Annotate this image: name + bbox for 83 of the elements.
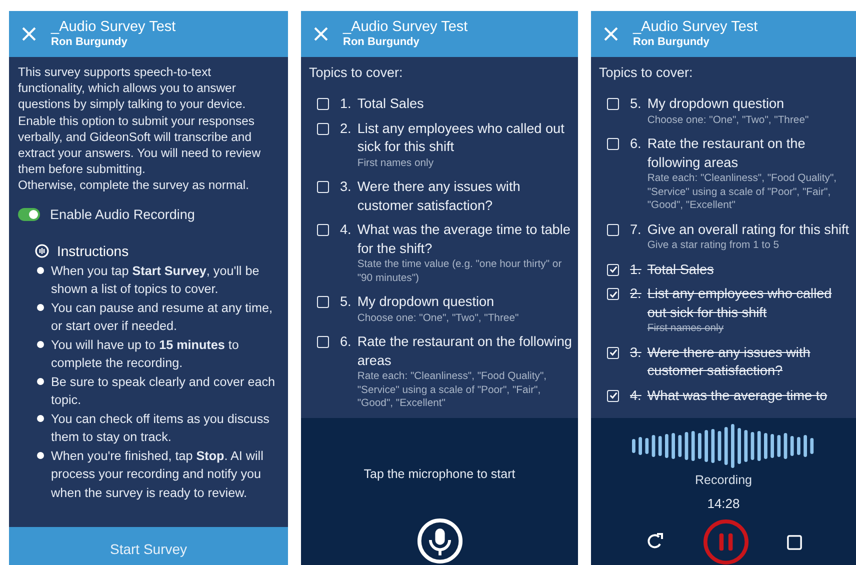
checkbox[interactable] — [317, 224, 329, 236]
topic-hint: Choose one: "One", "Two", "Three" — [357, 312, 519, 325]
checkbox[interactable] — [317, 98, 329, 110]
topic-hint: State the time value (e.g. "one hour thirty" or "90 minutes") — [357, 258, 563, 285]
close-icon[interactable] — [314, 27, 328, 41]
checkbox[interactable] — [607, 390, 619, 402]
topic-number: 6. — [340, 333, 352, 351]
topic-number: 2. — [340, 120, 352, 138]
start-prompt: Tap the microphone to start — [364, 467, 516, 481]
topic-number: 5. — [340, 293, 352, 311]
bullet-icon — [37, 340, 44, 348]
topic-text: List any employees who called out sick for this shift — [357, 120, 566, 156]
bullet-icon — [37, 266, 44, 274]
checkbox[interactable] — [317, 181, 329, 193]
bullet-icon — [37, 414, 44, 422]
topic-number: 5. — [630, 95, 642, 113]
survey-title: _Audio Survey Test — [51, 19, 176, 36]
topic-number: 4. — [340, 221, 352, 239]
instruction-text: You can pause and resume at any time, or start over if needed. — [51, 300, 274, 336]
intro-text: Otherwise, complete the survey as normal. — [18, 177, 250, 194]
topic-number: 3. — [340, 178, 352, 196]
topic-text: What was the average time to table for the shift? — [357, 221, 572, 258]
start-survey-button[interactable]: Start Survey — [9, 527, 288, 565]
topic-hint: Rate each: "Cleanliness", "Food Quality", "Service" using a scale of "Poor", "Fair", "Good", "Excellent" — [357, 370, 548, 410]
topic-hint: First names only — [357, 156, 435, 170]
toggle-label: Enable Audio Recording — [50, 206, 195, 222]
instruction-text: When you tap Start Survey, you'll be shown a list of topics to cover. — [51, 262, 260, 298]
close-icon[interactable] — [604, 27, 618, 41]
checkbox[interactable] — [607, 288, 619, 300]
instructions-heading: Instructions — [57, 242, 129, 259]
user-name: Ron Burgundy — [633, 36, 710, 49]
topic-number: 1. — [630, 260, 642, 278]
topic-text: Were there any issues with customer satisfaction? — [357, 178, 522, 214]
topic-number: 1. — [340, 95, 352, 113]
microphone-button[interactable] — [416, 518, 462, 564]
topic-text: Rate the restaurant on the following areas — [647, 135, 806, 172]
topic-number: 7. — [630, 220, 642, 238]
bullet-icon — [37, 452, 44, 459]
bullet-icon — [37, 304, 44, 311]
user-name: Ron Burgundy — [51, 36, 128, 49]
topic-text: My dropdown question — [357, 293, 496, 311]
checkbox[interactable] — [607, 98, 619, 110]
user-name: Ron Burgundy — [343, 36, 420, 49]
topic-hint: Give a star rating from 1 to 5 — [647, 239, 780, 252]
pause-button[interactable] — [703, 519, 749, 565]
topic-text: Total Sales — [357, 95, 424, 113]
checkbox[interactable] — [607, 346, 619, 358]
close-icon[interactable] — [22, 27, 36, 41]
checkbox[interactable] — [607, 224, 619, 236]
checkbox[interactable] — [607, 264, 619, 276]
bullet-icon — [37, 378, 44, 385]
topic-hint: First names only — [647, 322, 725, 336]
topics-heading: Topics to cover: — [599, 65, 694, 80]
topic-number: 4. — [630, 386, 642, 404]
checkbox[interactable] — [317, 296, 329, 308]
checkbox[interactable] — [607, 138, 619, 150]
checkbox[interactable] — [317, 122, 329, 134]
topic-text: Rate the restaurant on the following areas — [357, 333, 572, 370]
topic-text: Give an overall rating for this shift — [647, 220, 850, 239]
instruction-text: You can check off items as you discuss them to stay on track. — [51, 410, 270, 446]
stop-button[interactable] — [787, 534, 802, 550]
topics-heading: Topics to cover: — [309, 65, 404, 80]
waveform-circle-icon — [35, 244, 49, 258]
topic-number: 3. — [630, 344, 642, 362]
instruction-text: Be sure to speak clearly and cover each topic. — [51, 374, 276, 410]
survey-title: _Audio Survey Test — [343, 19, 468, 36]
recording-timer: 14:28 — [707, 496, 740, 511]
topic-text: List any employees who called out sick for this shift — [647, 285, 833, 322]
checkbox[interactable] — [317, 336, 329, 348]
recording-status: Recording — [695, 473, 752, 487]
survey-title: _Audio Survey Test — [633, 19, 758, 36]
topic-text: What was the average time to — [647, 386, 828, 405]
intro-text: This survey supports speech-to-text functionality, which allows you to answer questions by simply talking to your device. Enable this option to submit your responses verbally, and GideonSoft will transcribe and extract your answers. You will need to review them before submitting. — [18, 64, 262, 178]
topic-number: 6. — [630, 135, 642, 153]
instruction-text: You will have up to 15 minutes to complete the recording. — [51, 336, 240, 372]
topic-text: Total Sales — [647, 260, 714, 278]
topic-text: Were there any issues with customer satisfaction? — [647, 344, 812, 380]
instruction-text: When you're finished, tap Stop. AI will process your recording and notify you when the survey is ready to review. — [51, 448, 264, 502]
toggle-switch[interactable] — [18, 208, 40, 221]
topic-number: 2. — [630, 285, 642, 303]
topic-hint: Choose one: "One", "Two", "Three" — [647, 114, 809, 127]
topic-hint: Rate each: "Cleanliness", "Food Quality", "Service" using a scale of "Poor", "Fair", "Good", "Excellent" — [647, 172, 838, 212]
topic-text: My dropdown question — [647, 95, 786, 113]
